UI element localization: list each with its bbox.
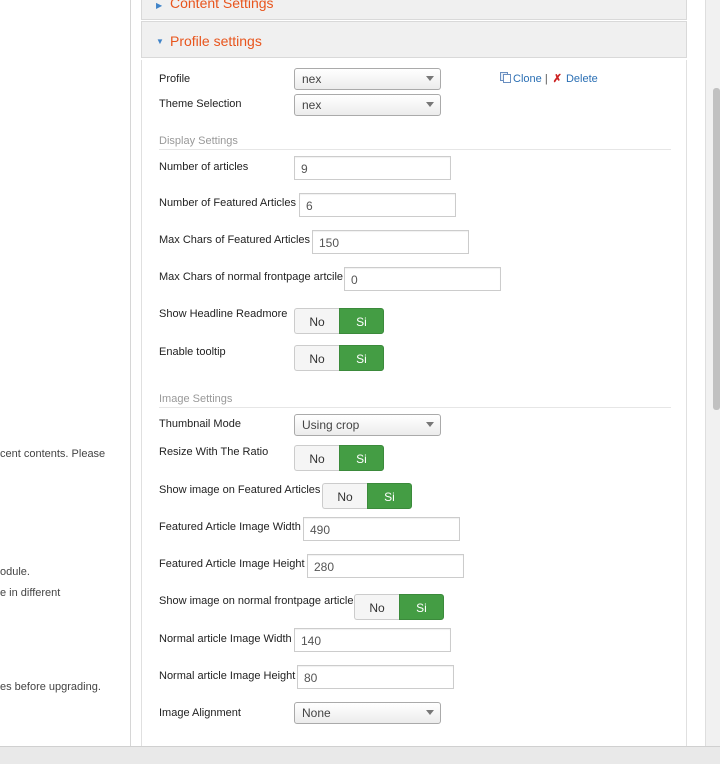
clone-link[interactable]: Clone [513, 73, 542, 85]
left-note-2: odule. [0, 566, 30, 578]
max-chars-normal-input[interactable]: 0 [344, 267, 501, 291]
chevron-down-icon [426, 422, 434, 427]
profile-select-value: nex [302, 72, 322, 86]
enable-tooltip-toggle: No Si [294, 345, 384, 371]
vertical-scrollbar-thumb[interactable] [713, 88, 720, 410]
left-note-1: cent contents. Please [0, 448, 106, 460]
show-normal-si-button[interactable]: Si [399, 594, 444, 620]
resize-ratio-no-button[interactable]: No [294, 445, 339, 471]
display-settings-heading: Display Settings [159, 135, 671, 150]
featured-image-width-label: Featured Article Image Width [159, 521, 301, 533]
show-image-featured-label: Show image on Featured Articles [159, 484, 321, 496]
resize-ratio-label: Resize With The Ratio [159, 446, 269, 458]
show-featured-no-button[interactable]: No [322, 483, 367, 509]
delete-icon[interactable]: ✗ [553, 73, 562, 85]
thumbnail-mode-value: Using crop [302, 418, 360, 432]
normal-image-height-input[interactable]: 80 [297, 665, 454, 689]
delete-link[interactable]: Delete [566, 73, 598, 85]
show-image-featured-toggle: No Si [322, 483, 412, 509]
caret-right-icon: ▶ [156, 1, 163, 10]
show-headline-readmore-label: Show Headline Readmore [159, 308, 288, 320]
tooltip-no-button[interactable]: No [294, 345, 339, 371]
left-note-3: e in different [0, 587, 61, 599]
number-of-featured-label: Number of Featured Articles [159, 197, 296, 209]
theme-selection-select[interactable]: nex [294, 94, 441, 116]
left-description-column: cent contents. Please odule. e in differ… [0, 0, 130, 746]
image-alignment-select[interactable]: None [294, 702, 441, 724]
image-settings-heading: Image Settings [159, 393, 671, 408]
featured-image-height-label: Featured Article Image Height [159, 558, 305, 570]
featured-image-width-input[interactable]: 490 [303, 517, 460, 541]
profile-label: Profile [159, 73, 191, 85]
theme-selection-value: nex [302, 98, 322, 112]
thumbnail-mode-label: Thumbnail Mode [159, 418, 241, 430]
headline-readmore-si-button[interactable]: Si [339, 308, 384, 334]
normal-image-width-input[interactable]: 140 [294, 628, 451, 652]
panel-header-profile-settings[interactable]: ▼ Profile settings [141, 21, 687, 58]
normal-image-width-label: Normal article Image Width [159, 633, 292, 645]
featured-image-height-input[interactable]: 280 [307, 554, 464, 578]
panel-header-content-settings[interactable]: ▶ Content Settings [141, 0, 687, 20]
left-note-4: es before upgrading. [0, 681, 101, 693]
enable-tooltip-label: Enable tooltip [159, 346, 226, 358]
profile-select[interactable]: nex [294, 68, 441, 90]
clone-icon [500, 72, 511, 83]
image-alignment-value: None [302, 706, 331, 720]
show-featured-si-button[interactable]: Si [367, 483, 412, 509]
max-chars-featured-input[interactable]: 150 [312, 230, 469, 254]
bottom-status-bar [0, 746, 720, 764]
theme-selection-label: Theme Selection [159, 98, 242, 110]
number-of-articles-input[interactable]: 9 [294, 156, 451, 180]
panel-title-content-settings: Content Settings [170, 0, 274, 11]
show-image-normal-toggle: No Si [354, 594, 444, 620]
number-of-featured-input[interactable]: 6 [299, 193, 456, 217]
chevron-down-icon [426, 102, 434, 107]
image-alignment-label: Image Alignment [159, 707, 241, 719]
thumbnail-mode-select[interactable]: Using crop [294, 414, 441, 436]
number-of-articles-label: Number of articles [159, 161, 249, 173]
show-normal-no-button[interactable]: No [354, 594, 399, 620]
normal-image-height-label: Normal article Image Height [159, 670, 296, 682]
caret-down-icon: ▼ [156, 37, 164, 46]
max-chars-normal-label: Max Chars of normal frontpage artcile [159, 271, 344, 283]
max-chars-featured-label: Max Chars of Featured Articles [159, 234, 311, 246]
chevron-down-icon [426, 710, 434, 715]
action-separator: | [544, 73, 548, 85]
show-image-normal-label: Show image on normal frontpage article [159, 595, 354, 607]
resize-ratio-toggle: No Si [294, 445, 384, 471]
show-headline-readmore-toggle: No Si [294, 308, 384, 334]
tooltip-si-button[interactable]: Si [339, 345, 384, 371]
column-divider [130, 0, 131, 746]
headline-readmore-no-button[interactable]: No [294, 308, 339, 334]
panel-title-profile-settings: Profile settings [170, 33, 262, 49]
resize-ratio-si-button[interactable]: Si [339, 445, 384, 471]
chevron-down-icon [426, 76, 434, 81]
profile-actions: Clone | ✗ Delete [500, 72, 598, 85]
